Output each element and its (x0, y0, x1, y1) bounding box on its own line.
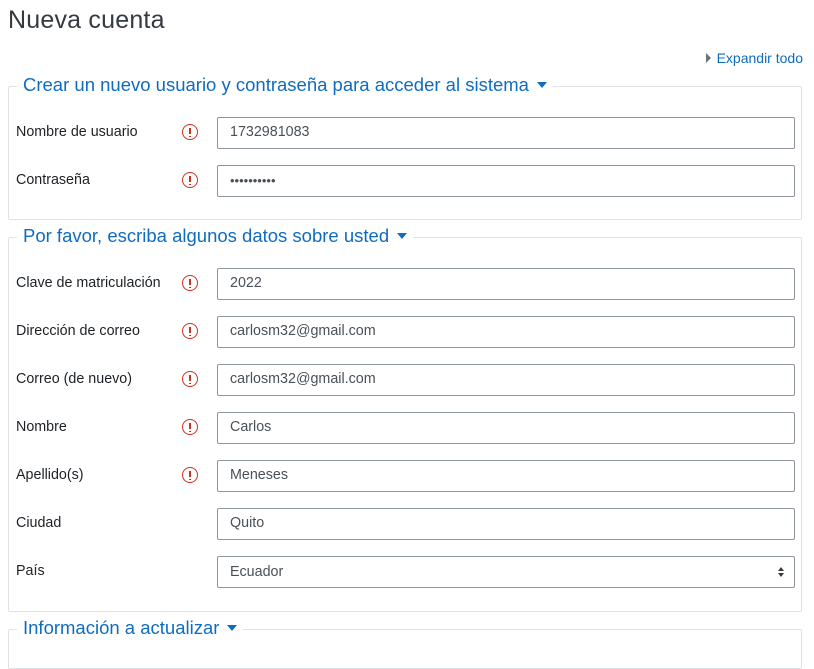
country-label: País (16, 563, 45, 579)
row-city: Ciudad Quito (9, 508, 801, 540)
city-label: Ciudad (16, 515, 62, 531)
required-icon (182, 371, 198, 387)
row-email: Dirección de correo carlosm32@gmail.com (9, 316, 801, 348)
legend-account-label: Crear un nuevo usuario y contraseña para… (23, 74, 529, 95)
page-title: Nueva cuenta (8, 6, 165, 34)
required-icon (182, 467, 198, 483)
password-label: Contraseña (16, 172, 90, 188)
fieldset-personal: Por favor, escriba algunos datos sobre u… (8, 225, 802, 612)
row-enrolkey: Clave de matriculación 2022 (9, 268, 801, 300)
password-input[interactable]: •••••••••• (217, 165, 795, 197)
row-firstname: Nombre Carlos (9, 412, 801, 444)
username-input[interactable]: 1732981083 (217, 117, 795, 149)
legend-personal-toggle[interactable]: Por favor, escriba algunos datos sobre u… (17, 225, 414, 247)
caret-down-icon (397, 233, 408, 239)
email-label: Dirección de correo (16, 323, 140, 339)
expand-all-label: Expandir todo (716, 50, 803, 66)
row-username: Nombre de usuario 1732981083 (9, 117, 801, 149)
legend-personal-label: Por favor, escriba algunos datos sobre u… (23, 225, 390, 246)
legend-update-toggle[interactable]: Información a actualizar (17, 617, 244, 639)
enrolkey-label: Clave de matriculación (16, 275, 161, 291)
legend-account-toggle[interactable]: Crear un nuevo usuario y contraseña para… (17, 74, 553, 96)
firstname-input[interactable]: Carlos (217, 412, 795, 444)
caret-down-icon (227, 625, 238, 631)
country-select-value: Ecuador (230, 564, 284, 580)
required-icon (182, 124, 198, 140)
select-arrows-icon (778, 567, 784, 577)
email-input[interactable]: carlosm32@gmail.com (217, 316, 795, 348)
required-icon (182, 172, 198, 188)
firstname-label: Nombre (16, 419, 67, 435)
required-icon (182, 419, 198, 435)
lastname-input[interactable]: Meneses (217, 460, 795, 492)
lastname-label: Apellido(s) (16, 467, 84, 483)
email2-label: Correo (de nuevo) (16, 371, 133, 387)
row-email2: Correo (de nuevo) carlosm32@gmail.com (9, 364, 801, 396)
fieldset-account: Crear un nuevo usuario y contraseña para… (8, 74, 802, 220)
city-input[interactable]: Quito (217, 508, 795, 540)
email2-input[interactable]: carlosm32@gmail.com (217, 364, 795, 396)
row-lastname: Apellido(s) Meneses (9, 460, 801, 492)
required-icon (182, 323, 198, 339)
username-label: Nombre de usuario (16, 124, 138, 140)
fieldset-update: Información a actualizar (8, 617, 802, 669)
required-icon (182, 275, 198, 291)
row-country: País Ecuador (9, 556, 801, 588)
country-select[interactable]: Ecuador (217, 556, 795, 588)
legend-update-label: Información a actualizar (23, 617, 220, 638)
triangle-right-icon (705, 53, 711, 63)
enrolkey-input[interactable]: 2022 (217, 268, 795, 300)
row-password: Contraseña •••••••••• (9, 165, 801, 197)
caret-down-icon (536, 82, 547, 88)
expand-all-link[interactable]: Expandir todo (705, 50, 803, 66)
